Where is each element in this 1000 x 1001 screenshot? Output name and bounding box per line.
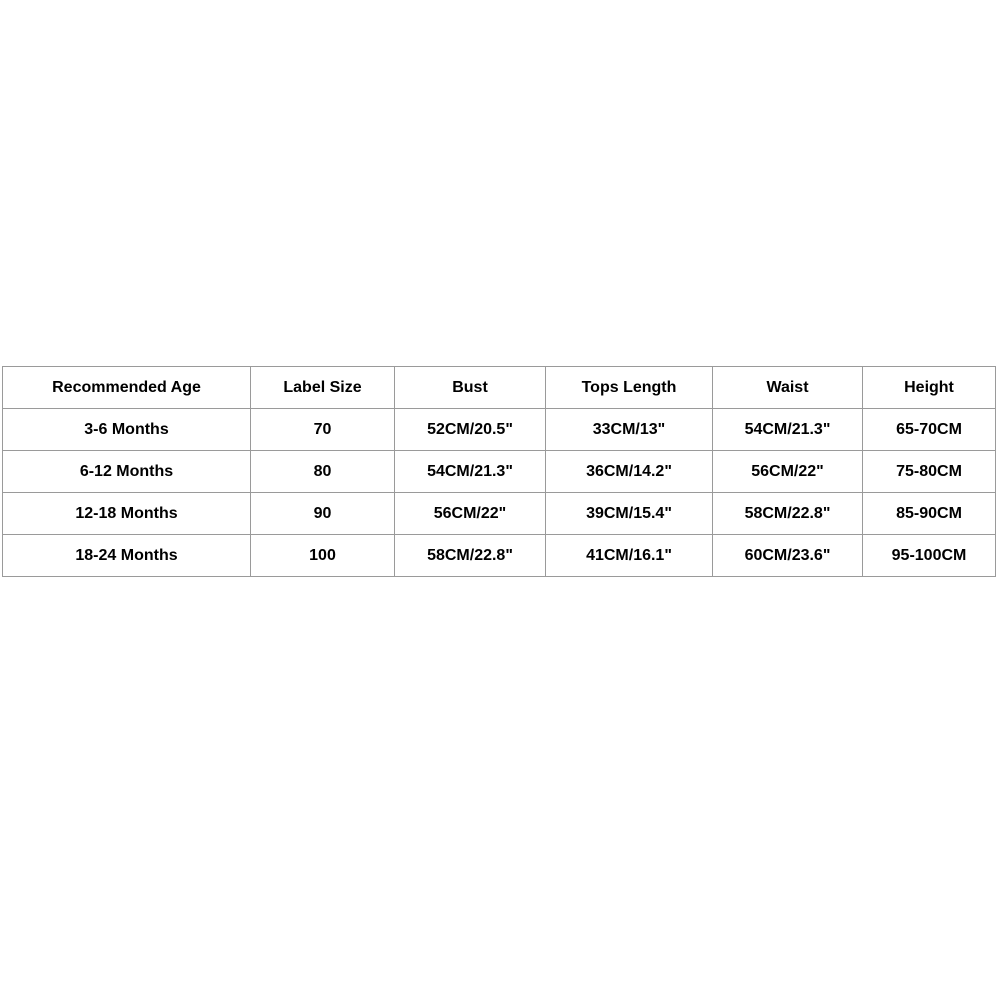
column-header-tops-length: Tops Length [545, 366, 713, 409]
column-header-height: Height [862, 366, 996, 409]
cell-waist: 54CM/21.3" [712, 408, 863, 451]
column-header-waist: Waist [712, 366, 863, 409]
table-row: 6-12 Months 80 54CM/21.3" 36CM/14.2" 56C… [2, 450, 996, 493]
size-chart-container: Recommended Age Label Size Bust Tops Len… [2, 366, 996, 577]
cell-tops-length: 36CM/14.2" [545, 450, 713, 493]
size-chart-table: Recommended Age Label Size Bust Tops Len… [2, 366, 996, 577]
cell-tops-length: 39CM/15.4" [545, 492, 713, 535]
column-header-recommended-age: Recommended Age [2, 366, 251, 409]
cell-waist: 60CM/23.6" [712, 534, 863, 577]
table-row: 3-6 Months 70 52CM/20.5" 33CM/13" 54CM/2… [2, 408, 996, 451]
table-row: 18-24 Months 100 58CM/22.8" 41CM/16.1" 6… [2, 534, 996, 577]
table-row: 12-18 Months 90 56CM/22" 39CM/15.4" 58CM… [2, 492, 996, 535]
column-header-bust: Bust [394, 366, 546, 409]
column-header-label-size: Label Size [250, 366, 395, 409]
cell-recommended-age: 18-24 Months [2, 534, 251, 577]
cell-height: 65-70CM [862, 408, 996, 451]
cell-recommended-age: 6-12 Months [2, 450, 251, 493]
cell-label-size: 70 [250, 408, 395, 451]
cell-recommended-age: 3-6 Months [2, 408, 251, 451]
cell-waist: 58CM/22.8" [712, 492, 863, 535]
cell-label-size: 100 [250, 534, 395, 577]
cell-tops-length: 41CM/16.1" [545, 534, 713, 577]
table-header-row: Recommended Age Label Size Bust Tops Len… [2, 366, 996, 409]
cell-height: 75-80CM [862, 450, 996, 493]
cell-label-size: 90 [250, 492, 395, 535]
table-header: Recommended Age Label Size Bust Tops Len… [2, 366, 996, 409]
cell-tops-length: 33CM/13" [545, 408, 713, 451]
cell-label-size: 80 [250, 450, 395, 493]
cell-bust: 56CM/22" [394, 492, 546, 535]
cell-bust: 52CM/20.5" [394, 408, 546, 451]
cell-bust: 58CM/22.8" [394, 534, 546, 577]
table-body: 3-6 Months 70 52CM/20.5" 33CM/13" 54CM/2… [2, 408, 996, 577]
cell-height: 85-90CM [862, 492, 996, 535]
cell-height: 95-100CM [862, 534, 996, 577]
cell-recommended-age: 12-18 Months [2, 492, 251, 535]
cell-waist: 56CM/22" [712, 450, 863, 493]
cell-bust: 54CM/21.3" [394, 450, 546, 493]
